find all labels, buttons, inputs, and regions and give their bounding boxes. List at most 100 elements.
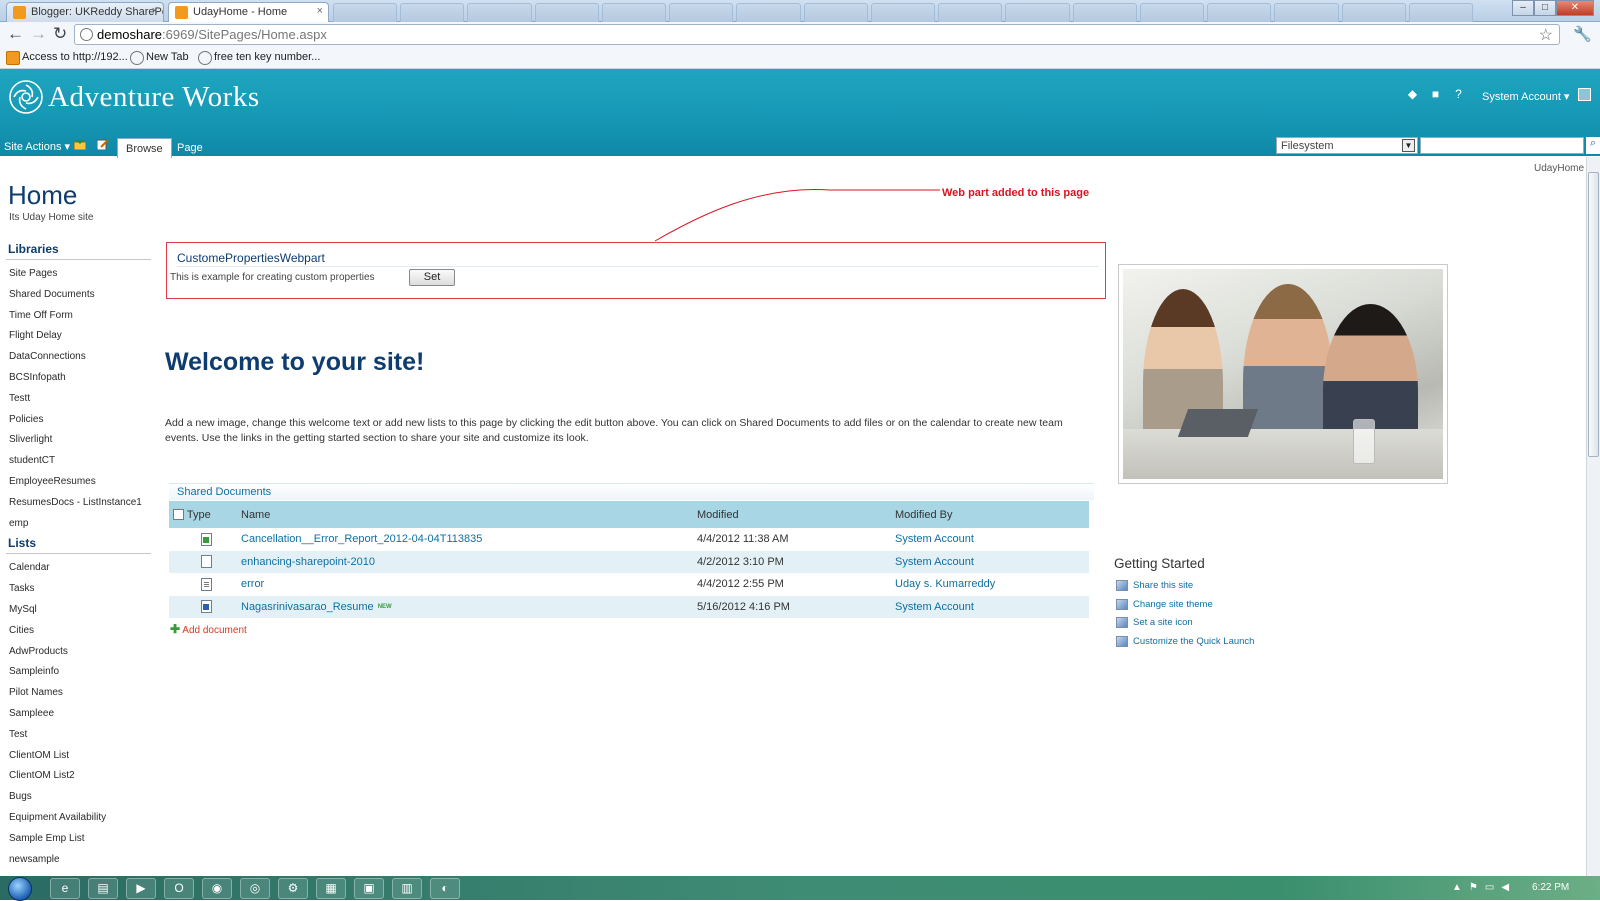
background-tabs[interactable] <box>333 3 1473 22</box>
volume-icon[interactable]: ◀ <box>1501 882 1509 893</box>
list-item[interactable]: Equipment Availability <box>6 808 151 829</box>
minimize-icon[interactable]: – <box>1512 0 1534 16</box>
list-item[interactable]: Sample Emp List <box>6 829 151 850</box>
browser-tab-udayhome[interactable]: UdayHome - Home × <box>168 2 329 23</box>
document-link[interactable]: error <box>241 578 264 590</box>
customize-quick-launch-link[interactable]: Customize the Quick Launch <box>1116 635 1254 655</box>
library-item[interactable]: Policies <box>6 410 151 431</box>
clock[interactable]: 6:22 PM <box>1532 882 1569 893</box>
site-title[interactable]: Adventure Works <box>48 81 260 114</box>
messenger-icon[interactable]: ◉ <box>202 878 232 899</box>
notepad-icon[interactable]: ▦ <box>316 878 346 899</box>
wrench-icon[interactable]: 🔧 <box>1573 25 1592 43</box>
notes-icon[interactable]: ■ <box>1428 88 1443 101</box>
library-item[interactable]: DataConnections <box>6 347 151 368</box>
set-button[interactable]: Set <box>409 269 455 286</box>
list-item[interactable]: ClientOM List2 <box>6 766 151 787</box>
list-item[interactable]: Pilot Names <box>6 683 151 704</box>
user-settings-icon[interactable] <box>1578 88 1591 101</box>
network-tray-icon[interactable]: ▭ <box>1485 882 1494 893</box>
quick-launch-heading-lists[interactable]: Lists <box>6 534 151 555</box>
list-item[interactable]: MySql <box>6 600 151 621</box>
library-item[interactable]: emp <box>6 514 151 535</box>
list-item[interactable]: Sampleee <box>6 704 151 725</box>
bookmark-item[interactable]: free ten key number... <box>198 51 320 65</box>
list-item[interactable]: Bugs <box>6 787 151 808</box>
list-item[interactable]: ClientOM List <box>6 746 151 767</box>
modified-column-header[interactable]: Modified <box>693 501 891 528</box>
library-item[interactable]: Site Pages <box>6 264 151 285</box>
library-item[interactable]: ResumesDocs - ListInstance1 <box>6 493 151 514</box>
list-item[interactable]: newsample <box>6 850 151 871</box>
list-item[interactable]: AdwProducts <box>6 642 151 663</box>
folder-icon[interactable]: ▤ <box>88 878 118 899</box>
table-row[interactable]: Cancellation__Error_Report_2012-04-04T11… <box>169 528 1089 551</box>
start-button[interactable] <box>8 877 32 901</box>
close-tab-icon[interactable]: × <box>317 5 323 17</box>
action-center-icon[interactable]: ⚑ <box>1469 882 1478 893</box>
edit-page-icon[interactable] <box>97 139 109 150</box>
account-menu[interactable]: System Account ▾ <box>1482 90 1569 103</box>
search-input[interactable] <box>1420 137 1584 154</box>
table-row[interactable]: enhancing-sharepoint-2010 4/2/2012 3:10 … <box>169 550 1089 573</box>
maximize-icon[interactable]: □ <box>1534 0 1556 16</box>
bookmark-star-icon[interactable]: ☆ <box>1539 25 1553 45</box>
site-actions-menu[interactable]: Site Actions ▾ <box>4 140 70 153</box>
navigate-up-icon[interactable] <box>74 139 86 150</box>
library-item[interactable]: Sliverlight <box>6 430 151 451</box>
reload-icon[interactable]: ↻ <box>53 25 67 43</box>
library-item[interactable]: Flight Delay <box>6 326 151 347</box>
library-item[interactable]: Time Off Form <box>6 306 151 327</box>
list-item[interactable]: Cities <box>6 621 151 642</box>
select-all-checkbox[interactable] <box>173 509 184 521</box>
chrome-icon[interactable]: ◎ <box>240 878 270 899</box>
modified-by-column-header[interactable]: Modified By <box>891 501 1089 528</box>
browser-tab-blogger[interactable]: Blogger: UKReddy SharePo × <box>6 2 164 22</box>
library-item[interactable]: BCSInfopath <box>6 368 151 389</box>
library-item[interactable]: Shared Documents <box>6 285 151 306</box>
search-icon[interactable]: ⌕ <box>1586 137 1600 154</box>
share-site-link[interactable]: Share this site <box>1116 580 1254 599</box>
address-bar[interactable]: demoshare:6969/SitePages/Home.aspx ☆ <box>74 24 1560 45</box>
media-player-icon[interactable]: ▶ <box>126 878 156 899</box>
library-item[interactable]: EmployeeResumes <box>6 472 151 493</box>
tools-icon[interactable]: ⚙ <box>278 878 308 899</box>
document-link[interactable]: Cancellation__Error_Report_2012-04-04T11… <box>241 533 482 545</box>
library-item[interactable]: Testt <box>6 389 151 410</box>
window-icon[interactable]: ▣ <box>354 878 384 899</box>
modified-by-link[interactable]: System Account <box>895 533 974 545</box>
ie-icon[interactable]: e <box>50 878 80 899</box>
network-icon[interactable]: ◐ <box>430 878 460 899</box>
outlook-icon[interactable]: O <box>164 878 194 899</box>
bookmark-item[interactable]: New Tab <box>130 51 189 65</box>
name-column-header[interactable]: Name <box>237 501 693 528</box>
list-item[interactable]: Tasks <box>6 579 151 600</box>
tray-up-icon[interactable]: ▲ <box>1452 882 1462 893</box>
document-link[interactable]: enhancing-sharepoint-2010 <box>241 556 375 568</box>
add-document-link[interactable]: ✚ Add document <box>170 622 247 636</box>
tag-icon[interactable]: ◆ <box>1405 88 1420 101</box>
tab-page[interactable]: Page <box>169 138 211 158</box>
quick-launch-heading-libraries[interactable]: Libraries <box>6 240 151 260</box>
modified-by-link[interactable]: System Account <box>895 556 974 568</box>
list-item[interactable]: Calendar <box>6 558 151 579</box>
library-item[interactable]: studentCT <box>6 451 151 472</box>
shared-documents-title[interactable]: Shared Documents <box>169 483 1094 500</box>
tab-browse[interactable]: Browse <box>117 138 172 158</box>
remote-desktop-icon[interactable]: ▥ <box>392 878 422 899</box>
site-icon-link[interactable]: Set a site icon <box>1116 617 1254 636</box>
back-arrow-icon[interactable]: ← <box>7 25 24 43</box>
chevron-down-icon[interactable]: ▼ <box>1402 139 1415 152</box>
bookmark-item[interactable]: Access to http://192... <box>6 51 128 65</box>
list-item[interactable]: Sampleinfo <box>6 662 151 683</box>
list-item[interactable]: Test <box>6 725 151 746</box>
document-link[interactable]: Nagasrinivasarao_Resume <box>241 601 374 613</box>
forward-arrow-icon[interactable]: → <box>30 25 47 43</box>
modified-by-link[interactable]: Uday s. Kumarreddy <box>895 578 995 590</box>
close-tab-icon[interactable]: × <box>152 5 158 17</box>
modified-by-link[interactable]: System Account <box>895 601 974 613</box>
table-row[interactable]: error 4/4/2012 2:55 PM Uday s. Kumarredd… <box>169 573 1089 596</box>
scrollbar-thumb[interactable] <box>1588 172 1599 457</box>
type-column-header[interactable]: Type <box>169 501 237 528</box>
help-icon[interactable]: ? <box>1451 88 1466 101</box>
